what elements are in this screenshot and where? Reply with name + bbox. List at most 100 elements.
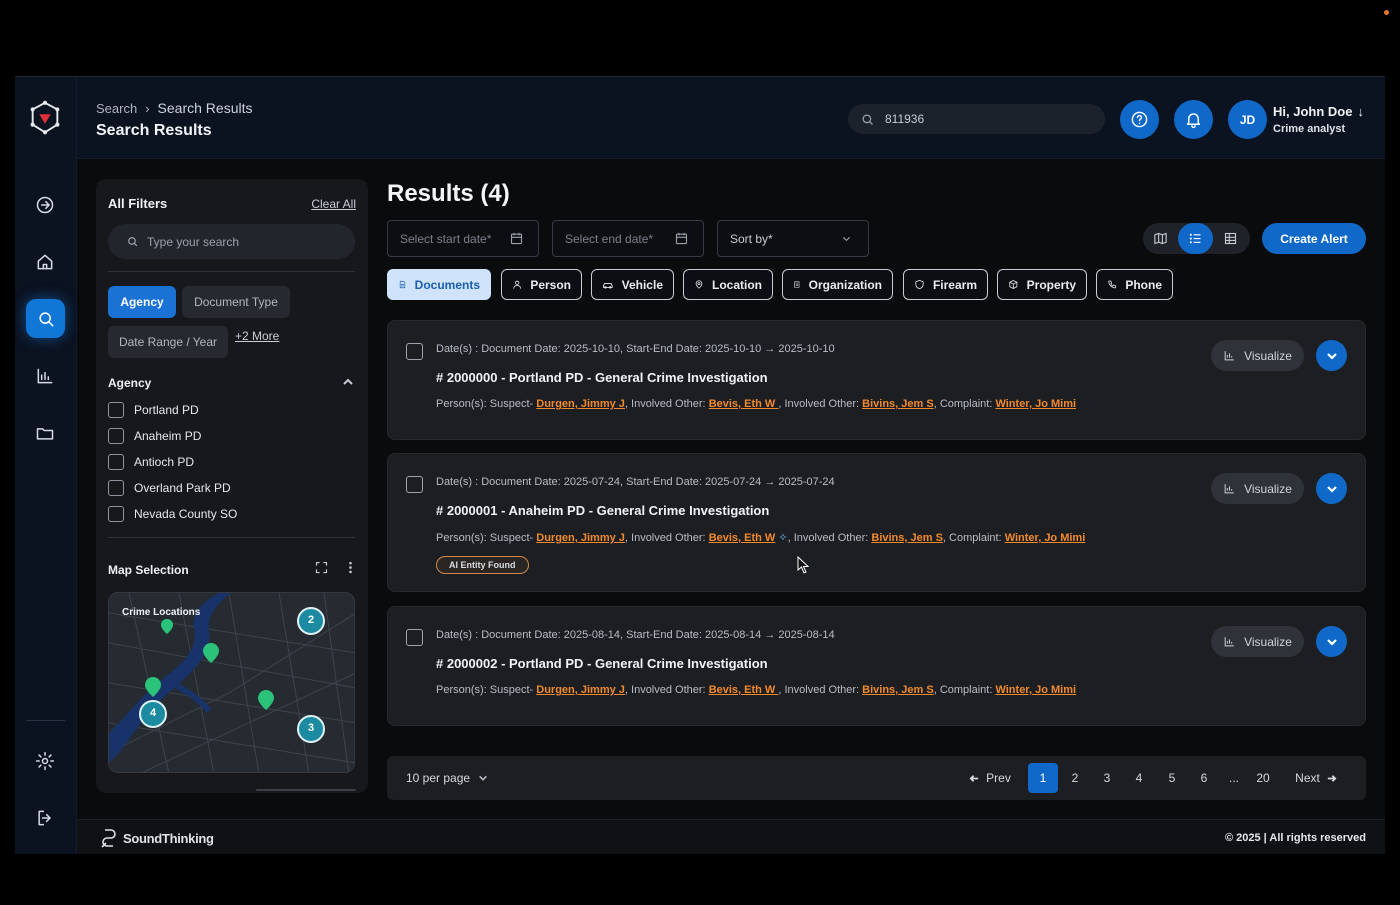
- tab-firearm[interactable]: Firearm: [903, 269, 988, 300]
- tab-location[interactable]: Location: [683, 269, 773, 300]
- chevron-down-icon: [1326, 352, 1337, 360]
- page-button[interactable]: 6: [1189, 763, 1219, 793]
- person-link[interactable]: Winter, Jo Mimi: [1005, 532, 1086, 544]
- panel-scrollbar[interactable]: [256, 789, 356, 791]
- search-nav-icon[interactable]: [26, 299, 65, 338]
- result-card[interactable]: Date(s) : Document Date: 2025-10-10, Sta…: [387, 320, 1366, 440]
- start-date-placeholder: Select start date*: [400, 231, 492, 246]
- tab-phone[interactable]: Phone: [1096, 269, 1173, 300]
- map-cluster[interactable]: 3: [298, 722, 324, 734]
- result-persons: Person(s): Suspect- Durgen, Jimmy J, Inv…: [436, 398, 1076, 410]
- grid-view-button[interactable]: [1213, 223, 1248, 254]
- home-icon[interactable]: [28, 245, 62, 279]
- checkbox[interactable]: [108, 454, 124, 470]
- tab-organization[interactable]: Organization: [782, 269, 893, 300]
- page-button[interactable]: 5: [1157, 763, 1187, 793]
- person-link[interactable]: Bivins, Jem S: [862, 684, 934, 696]
- agency-option[interactable]: Antioch PD: [108, 449, 237, 475]
- user-menu[interactable]: Hi, John Doe ↓: [1273, 104, 1364, 119]
- next-page-button[interactable]: Next: [1293, 763, 1339, 793]
- fullscreen-icon[interactable]: [314, 560, 329, 575]
- person-link[interactable]: Bivins, Jem S: [871, 532, 943, 544]
- expand-nav-icon[interactable]: [28, 188, 62, 222]
- visualize-button[interactable]: Visualize: [1211, 473, 1304, 504]
- clear-all-link[interactable]: Clear All: [311, 197, 356, 211]
- person-link[interactable]: Bevis, Eth W: [709, 684, 779, 696]
- page-button[interactable]: 20: [1248, 763, 1278, 793]
- tab-vehicle[interactable]: Vehicle: [591, 269, 674, 300]
- visualize-button[interactable]: Visualize: [1211, 340, 1304, 371]
- filter-chip-date-range[interactable]: Date Range / Year: [108, 326, 228, 358]
- result-checkbox[interactable]: [406, 476, 423, 493]
- map-icon: [1154, 232, 1167, 245]
- agency-option[interactable]: Overland Park PD: [108, 475, 237, 501]
- person-link[interactable]: Winter, Jo Mimi: [995, 684, 1076, 696]
- list-view-button[interactable]: [1178, 223, 1213, 254]
- visualize-label: Visualize: [1244, 634, 1292, 649]
- result-checkbox[interactable]: [406, 629, 423, 646]
- settings-gear-icon[interactable]: [28, 744, 62, 778]
- agency-option[interactable]: Anaheim PD: [108, 423, 237, 449]
- start-date-picker[interactable]: Select start date*: [387, 220, 539, 257]
- result-card[interactable]: Date(s) : Document Date: 2025-07-24, Sta…: [387, 453, 1366, 592]
- role-label: , Involved Other:: [624, 684, 706, 696]
- ai-entity-badge: AI Entity Found: [436, 556, 529, 574]
- filter-chip-document-type[interactable]: Document Type: [182, 286, 290, 318]
- chevron-up-icon[interactable]: [342, 376, 354, 388]
- map-view-button[interactable]: [1143, 223, 1178, 254]
- filter-search-box[interactable]: [108, 224, 355, 259]
- expand-result-button[interactable]: [1316, 340, 1347, 371]
- global-search-input[interactable]: [885, 112, 1085, 126]
- checkbox[interactable]: [108, 402, 124, 418]
- map-layer-label: Crime Locations: [122, 607, 201, 618]
- tab-property[interactable]: Property: [997, 269, 1087, 300]
- end-date-picker[interactable]: Select end date*: [552, 220, 704, 257]
- global-search-bar[interactable]: [848, 104, 1105, 134]
- user-avatar[interactable]: JD: [1228, 100, 1267, 139]
- breadcrumb-root[interactable]: Search: [96, 101, 137, 116]
- checkbox[interactable]: [108, 506, 124, 522]
- help-button[interactable]: [1120, 100, 1159, 139]
- logout-icon[interactable]: [28, 801, 62, 835]
- checkbox[interactable]: [108, 428, 124, 444]
- filter-search-input[interactable]: [147, 234, 337, 249]
- folder-icon[interactable]: [28, 416, 62, 450]
- prev-page-button[interactable]: Prev: [967, 763, 1013, 793]
- person-link[interactable]: Winter, Jo Mimi: [995, 398, 1076, 410]
- page-button[interactable]: 1: [1028, 763, 1058, 793]
- more-filters-link[interactable]: +2 More: [235, 329, 279, 343]
- person-link[interactable]: Durgen, Jimmy J: [536, 398, 625, 410]
- result-checkbox[interactable]: [406, 343, 423, 360]
- notifications-button[interactable]: [1174, 100, 1213, 139]
- person-link[interactable]: Durgen, Jimmy J: [536, 532, 625, 544]
- person-link[interactable]: Durgen, Jimmy J: [536, 684, 625, 696]
- expand-result-button[interactable]: [1316, 473, 1347, 504]
- map-cluster[interactable]: 4: [140, 707, 166, 719]
- result-title[interactable]: # 2000002 - Portland PD - General Crime …: [436, 656, 768, 671]
- person-link[interactable]: Bivins, Jem S: [862, 398, 934, 410]
- tab-documents[interactable]: Documents: [387, 269, 491, 300]
- more-vertical-icon[interactable]: [343, 560, 358, 575]
- filter-chip-agency[interactable]: Agency: [108, 286, 176, 318]
- crime-map[interactable]: Crime Locations 2 4 3: [108, 592, 355, 773]
- per-page-select[interactable]: 10 per page: [406, 771, 488, 785]
- analytics-icon[interactable]: [28, 359, 62, 393]
- result-title[interactable]: # 2000000 - Portland PD - General Crime …: [436, 370, 768, 385]
- checkbox[interactable]: [108, 480, 124, 496]
- create-alert-button[interactable]: Create Alert: [1262, 223, 1366, 254]
- tab-person[interactable]: Person: [501, 269, 582, 300]
- agency-option[interactable]: Nevada County SO: [108, 501, 237, 527]
- page-button[interactable]: 3: [1092, 763, 1122, 793]
- expand-result-button[interactable]: [1316, 626, 1347, 657]
- result-card[interactable]: Date(s) : Document Date: 2025-08-14, Sta…: [387, 606, 1366, 726]
- sort-dropdown[interactable]: Sort by*: [717, 220, 869, 257]
- person-link[interactable]: Bevis, Eth W: [709, 532, 776, 544]
- page-button[interactable]: 2: [1060, 763, 1090, 793]
- visualize-button[interactable]: Visualize: [1211, 626, 1304, 657]
- tab-label: Documents: [414, 277, 480, 292]
- page-button[interactable]: 4: [1124, 763, 1154, 793]
- map-cluster[interactable]: 2: [298, 614, 324, 626]
- person-link[interactable]: Bevis, Eth W: [709, 398, 779, 410]
- result-title[interactable]: # 2000001 - Anaheim PD - General Crime I…: [436, 503, 769, 518]
- agency-option[interactable]: Portland PD: [108, 397, 237, 423]
